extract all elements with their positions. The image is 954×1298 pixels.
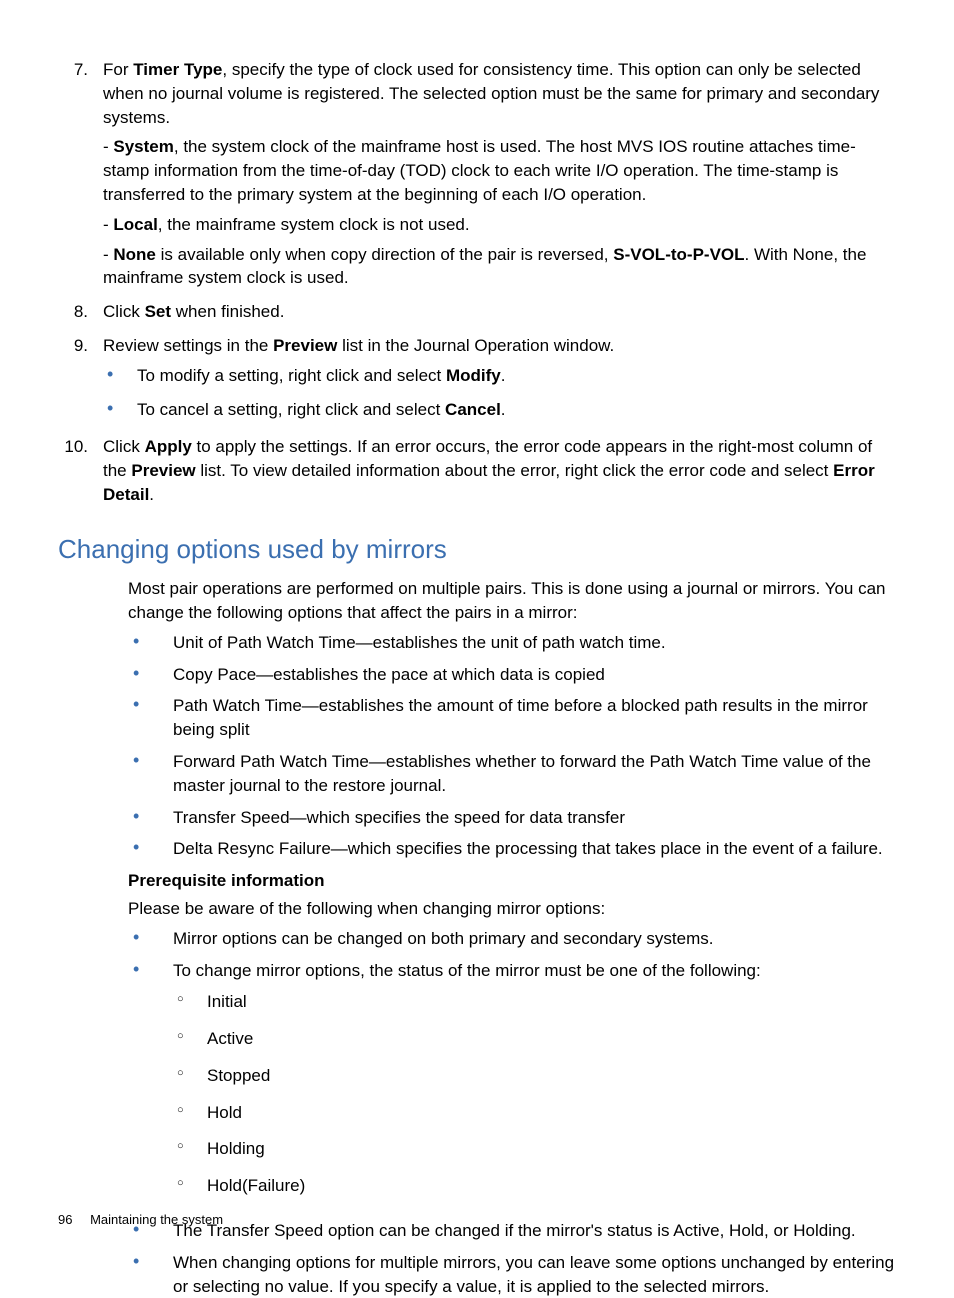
bullet-icon: • [58,663,173,687]
option-item: •Path Watch Time—establishes the amount … [58,694,896,742]
prerequisite-heading: Prerequisite information [58,869,896,893]
bullet-icon: • [58,1251,173,1298]
page-footer: 96 Maintaining the system [58,1211,223,1229]
bullet-body: To change mirror options, the status of … [173,959,896,1212]
status-item: ○Active [173,1027,896,1051]
status-label: Holding [207,1137,896,1161]
circle-icon: ○ [173,1027,207,1051]
paragraph: Click Apply to apply the settings. If an… [103,435,896,506]
list-item-7: 7. For Timer Type, specify the type of c… [58,58,896,296]
prerequisite-intro: Please be aware of the following when ch… [58,897,896,921]
footer-title: Maintaining the system [90,1212,223,1227]
numbered-list: 7. For Timer Type, specify the type of c… [58,58,896,513]
list-body: Click Set when finished. [103,300,896,330]
paragraph: To cancel a setting, right click and sel… [137,398,896,422]
bullet-body: Copy Pace—establishes the pace at which … [173,663,896,687]
document-page: 7. For Timer Type, specify the type of c… [0,0,954,1298]
option-item: •Transfer Speed—which specifies the spee… [58,806,896,830]
bullet-body: Forward Path Watch Time—establishes whet… [173,750,896,798]
list-number: 9. [58,334,103,431]
list-number: 10. [58,435,103,512]
status-item: ○Stopped [173,1064,896,1088]
section-heading: Changing options used by mirrors [58,531,896,567]
circle-icon: ○ [173,1174,207,1198]
status-item: ○Holding [173,1137,896,1161]
list-body: Click Apply to apply the settings. If an… [103,435,896,512]
paragraph: - None is available only when copy direc… [103,243,896,291]
option-item: •Delta Resync Failure—which specifies th… [58,837,896,861]
prereq-item: • To change mirror options, the status o… [58,959,896,1212]
paragraph: Review settings in the Preview list in t… [103,334,896,358]
bullet-icon: • [103,364,137,392]
paragraph: - Local, the mainframe system clock is n… [103,213,896,237]
bullet-body: Path Watch Time—establishes the amount o… [173,694,896,742]
status-list: ○Initial ○Active ○Stopped ○Hold ○Holding… [173,990,896,1198]
sub-bullet-list: • To modify a setting, right click and s… [103,364,896,426]
prereq-item: •Mirror options can be changed on both p… [58,927,896,951]
bullet-body: To modify a setting, right click and sel… [137,364,896,392]
paragraph: Click Set when finished. [103,300,896,324]
bullet-icon: • [58,806,173,830]
list-body: For Timer Type, specify the type of cloc… [103,58,896,296]
bullet-body: Mirror options can be changed on both pr… [173,927,896,951]
bullet-body: Delta Resync Failure—which specifies the… [173,837,896,861]
status-label: Hold [207,1101,896,1125]
bullet-icon: • [58,750,173,798]
status-label: Active [207,1027,896,1051]
status-item: ○Hold(Failure) [173,1174,896,1198]
page-number: 96 [58,1212,72,1227]
status-item: ○Hold [173,1101,896,1125]
prereq-item: •When changing options for multiple mirr… [58,1251,896,1298]
list-item-10: 10. Click Apply to apply the settings. I… [58,435,896,512]
sub-bullet-item: • To modify a setting, right click and s… [103,364,896,392]
prerequisite-list: •Mirror options can be changed on both p… [58,927,896,1298]
option-item: •Copy Pace—establishes the pace at which… [58,663,896,687]
circle-icon: ○ [173,1101,207,1125]
paragraph: To modify a setting, right click and sel… [137,364,896,388]
circle-icon: ○ [173,990,207,1014]
circle-icon: ○ [173,1137,207,1161]
list-number: 8. [58,300,103,330]
bullet-body: Unit of Path Watch Time—establishes the … [173,631,896,655]
bullet-body: The Transfer Speed option can be changed… [173,1219,896,1243]
status-label: Stopped [207,1064,896,1088]
option-item: •Unit of Path Watch Time—establishes the… [58,631,896,655]
circle-icon: ○ [173,1064,207,1088]
list-item-8: 8. Click Set when finished. [58,300,896,330]
bullet-icon: • [58,837,173,861]
bullet-body: To cancel a setting, right click and sel… [137,398,896,426]
bullet-icon: • [58,927,173,951]
bullet-icon: • [58,959,173,1212]
paragraph: - System, the system clock of the mainfr… [103,135,896,206]
bullet-icon: • [58,631,173,655]
list-body: Review settings in the Preview list in t… [103,334,896,431]
bullet-body: When changing options for multiple mirro… [173,1251,896,1298]
status-label: Initial [207,990,896,1014]
bullet-body: Transfer Speed—which specifies the speed… [173,806,896,830]
status-item: ○Initial [173,990,896,1014]
list-number: 7. [58,58,103,296]
bullet-icon: • [58,694,173,742]
option-item: •Forward Path Watch Time—establishes whe… [58,750,896,798]
sub-bullet-item: • To cancel a setting, right click and s… [103,398,896,426]
paragraph: For Timer Type, specify the type of cloc… [103,58,896,129]
options-list: •Unit of Path Watch Time—establishes the… [58,631,896,861]
status-label: Hold(Failure) [207,1174,896,1198]
list-item-9: 9. Review settings in the Preview list i… [58,334,896,431]
intro-paragraph: Most pair operations are performed on mu… [58,577,896,625]
bullet-icon: • [103,398,137,426]
